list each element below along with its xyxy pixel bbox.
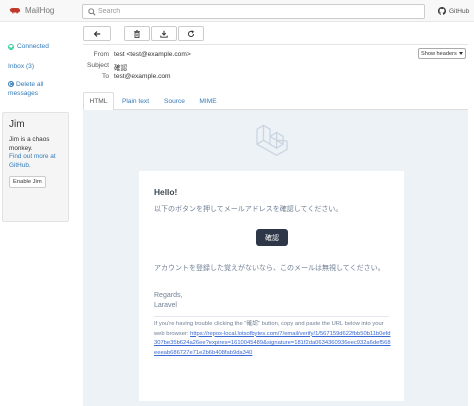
jim-github-link[interactable]: Find out more at GitHub. xyxy=(9,153,62,170)
search-icon xyxy=(88,8,96,16)
tab-plain-text[interactable]: Plain text xyxy=(118,92,153,110)
search-input[interactable] xyxy=(98,6,418,17)
connection-status: Connected xyxy=(8,42,49,51)
to-value: test@example.com xyxy=(114,73,171,80)
message-tabs: HTML Plain text Source MIME xyxy=(83,92,468,111)
github-icon xyxy=(438,7,446,15)
email-preview: Hello! 以下のボタンを押してメールアドレスを確認してください。 確認 アカ… xyxy=(83,110,468,406)
subject-value: 確認 xyxy=(114,65,128,72)
show-headers-value: Show headers xyxy=(421,50,457,57)
to-label: To xyxy=(102,73,109,80)
verify-button[interactable]: 確認 xyxy=(256,229,288,246)
email-sender: Laravel xyxy=(154,302,177,309)
sidebar-item-inbox[interactable]: Inbox (3) xyxy=(8,62,34,71)
enable-jim-button[interactable]: Enable Jim xyxy=(9,176,46,188)
email-line-2: アカウントを登録した覚えがないなら、このメールは無視してください。 xyxy=(154,265,385,272)
subject-label: Subject xyxy=(87,62,109,69)
tab-plain-text-label: Plain text xyxy=(121,97,150,105)
inbox-label: Inbox (3) xyxy=(8,63,35,70)
from-label: From xyxy=(93,51,109,58)
tab-source-label: Source xyxy=(164,97,185,105)
tab-mime-label: MIME xyxy=(199,97,217,105)
back-button[interactable] xyxy=(83,26,111,41)
mailhog-pig-icon xyxy=(9,7,20,14)
email-signoff: Regards, Laravel xyxy=(154,291,182,311)
back-arrow-icon xyxy=(93,30,101,37)
email-greeting: Hello! xyxy=(154,187,178,197)
email-line-1: 以下のボタンを押してメールアドレスを確認してください。 xyxy=(154,206,343,213)
sidebar: Connected Inbox (3) Delete all messages … xyxy=(0,22,72,406)
download-icon xyxy=(160,30,168,38)
github-label: GitHub xyxy=(449,7,470,15)
email-regards: Regards, xyxy=(154,292,183,299)
trash-icon xyxy=(134,29,140,38)
delete-message-button[interactable] xyxy=(124,26,150,41)
from-value: test <test@example.com> xyxy=(114,51,191,58)
subcopy-divider xyxy=(154,316,389,317)
check-circle-icon xyxy=(8,43,14,50)
refresh-button[interactable] xyxy=(178,26,204,41)
email-card: Hello! 以下のボタンを押してメールアドレスを確認してください。 確認 アカ… xyxy=(139,171,404,401)
show-headers-select[interactable]: Show headers xyxy=(418,48,466,59)
verify-url-link[interactable]: https://repos-local.lotsofbytes.com/7/em… xyxy=(154,331,391,356)
jim-description: Jim is a chaos monkey. xyxy=(9,136,50,152)
jim-title: Jim xyxy=(9,119,25,130)
refresh-icon xyxy=(188,29,195,37)
brand[interactable]: MailHog xyxy=(9,6,54,15)
brand-name: MailHog xyxy=(25,6,55,15)
tab-html[interactable]: HTML xyxy=(83,92,114,111)
tab-source[interactable]: Source xyxy=(161,92,188,110)
remove-circle-icon xyxy=(8,81,14,87)
tab-mime[interactable]: MIME xyxy=(196,92,220,110)
navbar: MailHog GitHub xyxy=(0,0,474,22)
laravel-logo-icon xyxy=(256,124,288,156)
delete-all-messages-link[interactable]: Delete all messages xyxy=(8,80,70,98)
chevron-down-icon xyxy=(459,52,463,55)
github-link[interactable]: GitHub xyxy=(438,7,469,15)
email-subcopy: If you're having trouble clicking the "確… xyxy=(154,320,392,359)
download-message-button[interactable] xyxy=(151,26,177,41)
toolbar-divider xyxy=(83,44,468,45)
tab-html-label: HTML xyxy=(89,98,108,105)
jim-panel: Jim Jim is a chaos monkey. Find out more… xyxy=(2,112,69,222)
search-box[interactable] xyxy=(82,4,425,19)
connection-status-label: Connected xyxy=(17,43,49,50)
